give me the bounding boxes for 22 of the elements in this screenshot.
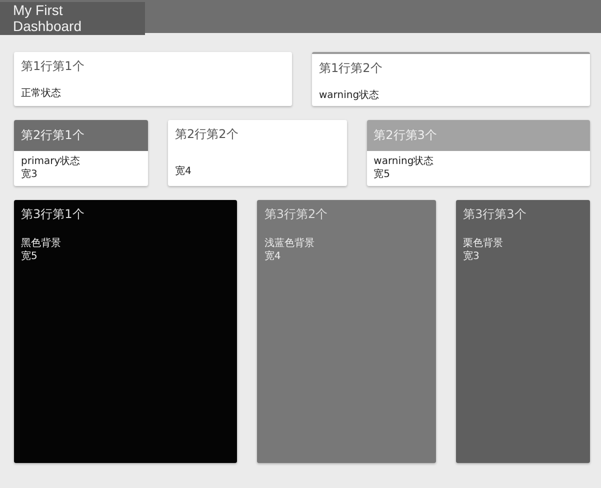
card-title: 第3行第1个 <box>20 206 86 223</box>
card-text: primary状态 <box>21 155 82 168</box>
card-title: 第3行第2个 <box>263 206 329 223</box>
card-text: warning状态 <box>374 155 435 168</box>
card-text: 宽3 <box>463 250 480 263</box>
card-text: warning状态 <box>319 89 380 102</box>
card-header: 第2行第1个 <box>14 120 148 151</box>
card-text: 栗色背景 <box>463 237 504 250</box>
card-title: 第2行第2个 <box>174 126 240 143</box>
dashboard-title: My First Dashboard <box>0 2 145 34</box>
card-header: 第2行第3个 <box>366 120 590 151</box>
card-text: 浅蓝色背景 <box>264 237 316 250</box>
card-title: 第1行第2个 <box>318 60 384 77</box>
card-text: 宽3 <box>21 168 38 181</box>
card-text: 黑色背景 <box>21 237 62 250</box>
card-text: 正常状态 <box>21 87 62 100</box>
card-text: 宽5 <box>21 250 38 263</box>
card-text: 宽4 <box>264 250 282 263</box>
card-title: 第3行第3个 <box>462 206 528 223</box>
card-text: 宽4 <box>175 165 192 178</box>
card-title: 第1行第1个 <box>20 58 86 75</box>
card-text: 宽5 <box>374 168 392 181</box>
